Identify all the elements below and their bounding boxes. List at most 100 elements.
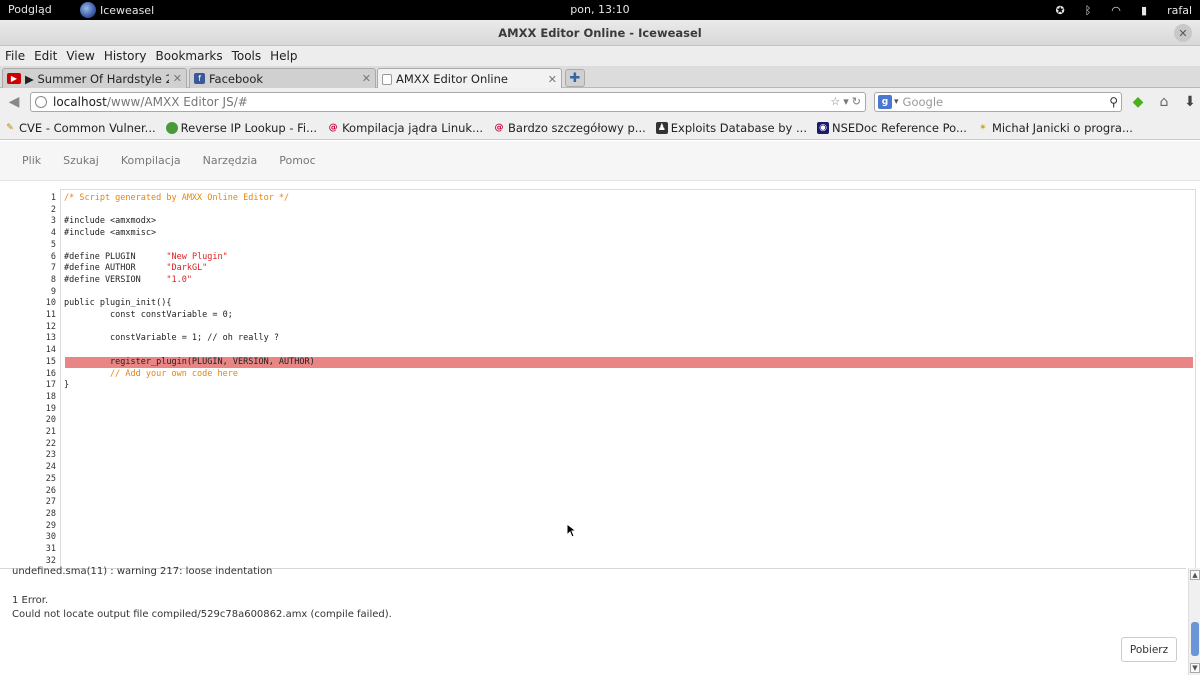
scroll-down-icon[interactable]: ▼ xyxy=(1190,663,1200,673)
close-tab-icon[interactable]: ✕ xyxy=(362,72,371,85)
navigation-toolbar: ◀ localhost/www/AMXX Editor JS/# ☆ ▾ ↻ g… xyxy=(0,88,1200,116)
menu-file[interactable]: File xyxy=(5,49,25,63)
url-host: localhost xyxy=(53,95,107,109)
menu-bookmarks[interactable]: Bookmarks xyxy=(156,49,223,63)
tab-youtube[interactable]: ▶ ▶ Summer Of Hardstyle 20... ✕ xyxy=(2,68,187,88)
bookmark-reverse-ip[interactable]: Reverse IP Lookup - Fi... xyxy=(165,120,318,135)
code-token: constVariable = 1; // oh really ? xyxy=(64,333,279,344)
line-number: 22 xyxy=(45,438,56,449)
nav-narzedzia[interactable]: Narzędzia xyxy=(203,154,258,167)
exploit-db-icon: ♟ xyxy=(655,121,668,134)
nav-plik[interactable]: Plik xyxy=(22,154,41,167)
code-line: register_plugin(PLUGIN, VERSION, AUTHOR) xyxy=(64,357,315,369)
code-token: register_plugin(PLUGIN, VERSION, AUTHOR) xyxy=(64,356,315,367)
window-title-bar[interactable]: AMXX Editor Online - Iceweasel ✕ xyxy=(0,20,1200,46)
line-number: 24 xyxy=(45,462,56,473)
addon-icon[interactable]: ◆ xyxy=(1130,94,1146,110)
bookmark-star-icon[interactable]: ☆ xyxy=(830,95,840,108)
new-tab-button[interactable]: ✚ xyxy=(565,69,585,87)
code-line: } xyxy=(64,380,69,392)
dropdown-icon[interactable]: ▾ xyxy=(843,95,849,108)
close-tab-icon[interactable]: ✕ xyxy=(173,72,182,85)
line-number: 16 xyxy=(45,368,56,379)
bookmark-nsedoc[interactable]: ◉ NSEDoc Reference Po... xyxy=(817,121,967,135)
close-tab-icon[interactable]: ✕ xyxy=(548,73,557,86)
search-icon[interactable]: ⚲ xyxy=(1109,95,1118,109)
engine-dropdown-icon[interactable]: ▾ xyxy=(894,97,899,107)
tab-amxx-editor[interactable]: AMXX Editor Online ✕ xyxy=(377,68,562,89)
clock[interactable]: pon, 13:10 xyxy=(570,3,629,16)
code-line: const constVariable = 0; xyxy=(64,310,233,322)
code-area[interactable]: /* Script generated by AMXX Online Edito… xyxy=(60,189,1196,568)
globe-icon xyxy=(35,96,47,108)
nav-kompilacja[interactable]: Kompilacja xyxy=(121,154,181,167)
battery-icon[interactable]: ▮ xyxy=(1137,3,1151,17)
search-bar[interactable]: g ▾ Google ⚲ xyxy=(874,92,1122,112)
code-token: #include <amxmodx> xyxy=(64,216,157,227)
youtube-icon: ▶ xyxy=(7,73,21,84)
code-line: #include <amxmodx> xyxy=(64,216,156,228)
code-token: const constVariable = 0; xyxy=(64,310,233,320)
code-string: "DarkGL" xyxy=(166,263,208,274)
close-icon: ✕ xyxy=(1178,26,1188,40)
bookmark-label: Reverse IP Lookup - Fi... xyxy=(180,120,318,135)
line-number: 25 xyxy=(45,473,56,484)
bookmark-bardzo[interactable]: @ Bardzo szczegółowy p... xyxy=(493,121,646,135)
line-number: 20 xyxy=(45,415,56,426)
bookmark-label: Bardzo szczegółowy p... xyxy=(508,120,646,135)
menu-history[interactable]: History xyxy=(104,49,147,63)
scroll-up-icon[interactable]: ▲ xyxy=(1190,570,1200,580)
bookmark-label: Exploits Database by ... xyxy=(670,120,807,135)
console-scrollbar[interactable]: ▲ ▼ xyxy=(1188,568,1200,675)
mouse-pointer-icon xyxy=(566,523,576,538)
download-button[interactable]: Pobierz xyxy=(1121,637,1177,662)
line-number: 29 xyxy=(45,520,56,531)
debian-icon: @ xyxy=(494,122,504,133)
line-number: 12 xyxy=(45,321,56,332)
menu-tools[interactable]: Tools xyxy=(232,49,262,63)
console-error-message: Could not locate output file compiled/52… xyxy=(12,609,392,620)
close-window-button[interactable]: ✕ xyxy=(1174,24,1192,42)
line-number: 23 xyxy=(45,450,56,461)
menu-help[interactable]: Help xyxy=(270,49,297,63)
url-bar[interactable]: localhost/www/AMXX Editor JS/# ☆ ▾ ↻ xyxy=(30,92,866,112)
app-menu[interactable]: Iceweasel xyxy=(80,2,154,18)
tab-label: AMXX Editor Online xyxy=(396,72,508,86)
accessibility-icon[interactable]: ✪ xyxy=(1053,3,1067,17)
wifi-icon[interactable]: ◠ xyxy=(1109,3,1123,17)
bluetooth-icon[interactable]: ᛒ xyxy=(1081,3,1095,17)
facebook-icon: f xyxy=(194,73,205,84)
nav-szukaj[interactable]: Szukaj xyxy=(63,154,99,167)
bookmark-cve[interactable]: ✎ CVE - Common Vulner... xyxy=(4,121,155,135)
menu-view[interactable]: View xyxy=(66,49,94,63)
google-engine-icon[interactable]: g xyxy=(878,95,892,109)
line-number: 32 xyxy=(45,555,56,566)
line-number: 10 xyxy=(45,298,56,309)
bookmark-janicki[interactable]: ✶ Michał Janicki o progra... xyxy=(977,121,1133,135)
back-button[interactable]: ◀ xyxy=(4,93,24,111)
user-icon[interactable]: rafal xyxy=(1165,3,1192,17)
line-number: 2 xyxy=(50,204,56,215)
home-icon[interactable]: ⌂ xyxy=(1156,94,1172,110)
code-line: #define VERSION "1.0" xyxy=(64,275,192,287)
bookmark-label: Kompilacja jądra Linuk... xyxy=(342,120,484,135)
code-string: "1.0" xyxy=(166,274,192,285)
bookmark-exploits[interactable]: ♟ Exploits Database by ... xyxy=(655,120,807,135)
tab-bar: ▶ ▶ Summer Of Hardstyle 20... ✕ f Facebo… xyxy=(0,66,1200,89)
reload-icon[interactable]: ↻ xyxy=(852,95,861,108)
code-editor[interactable]: 1 2 3 4 5 6 7 8 9 10 11 12 13 14 15 16 17 18 19 20 21 22 23 24 2… xyxy=(0,186,1196,568)
bookmark-kompilacja[interactable]: @ Kompilacja jądra Linuk... xyxy=(327,121,483,135)
scrollbar-thumb[interactable] xyxy=(1191,622,1199,656)
url-path: /www/AMXX Editor JS/# xyxy=(106,95,248,109)
nav-pomoc[interactable]: Pomoc xyxy=(279,154,315,167)
tab-label: ▶ Summer Of Hardstyle 20... xyxy=(25,71,169,86)
activities-button[interactable]: Podgląd xyxy=(8,3,52,16)
code-token: #define PLUGIN xyxy=(64,251,167,262)
downloads-icon[interactable]: ⬇ xyxy=(1182,94,1198,110)
debian-icon: @ xyxy=(328,122,338,133)
tab-facebook[interactable]: f Facebook ✕ xyxy=(189,68,376,88)
menu-edit[interactable]: Edit xyxy=(34,49,57,63)
app-navigation: Plik Szukaj Kompilacja Narzędzia Pomoc xyxy=(0,141,1200,181)
code-line: #define PLUGIN "New Plugin" xyxy=(64,252,228,264)
code-line: public plugin_init(){ xyxy=(64,298,171,310)
